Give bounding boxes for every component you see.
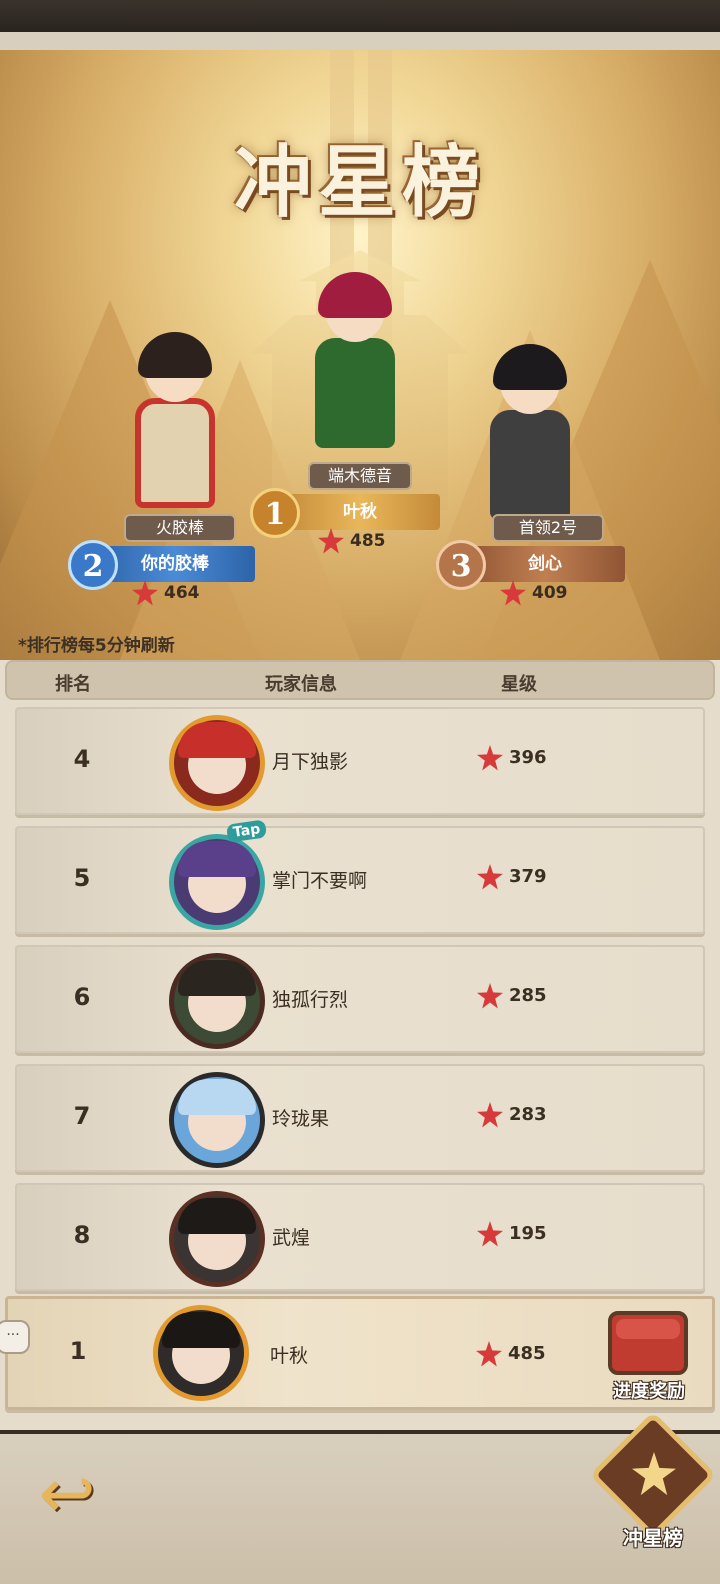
column-stars: 星级 <box>501 674 537 695</box>
column-rank: 排名 <box>55 674 91 695</box>
player-stars: 195 <box>477 1219 547 1249</box>
leaderboard-row[interactable]: 7 玲珑果 283 <box>15 1064 705 1172</box>
star-icon <box>477 864 503 890</box>
rank1-stars: 485 <box>318 526 386 556</box>
player-avatar[interactable] <box>169 1072 265 1168</box>
progress-reward-button[interactable]: 进度奖励 <box>594 1377 704 1403</box>
avatar-hair <box>162 1312 240 1348</box>
rank1-character[interactable] <box>300 272 410 448</box>
player-avatar[interactable] <box>169 834 265 930</box>
refresh-note: *排行榜每5分钟刷新 <box>18 636 175 656</box>
tap-tag: Tap <box>225 819 268 843</box>
back-arrow-icon: ↩ <box>38 1455 96 1534</box>
row-rank: 4 <box>73 745 91 773</box>
star-icon <box>477 1221 503 1247</box>
chat-tab[interactable]: ··· <box>0 1320 30 1354</box>
rank2-stars: 464 <box>132 578 200 608</box>
player-stars: 379 <box>477 862 547 892</box>
leaderboard-row[interactable]: 5 Tap 掌门不要啊 379 <box>15 819 705 934</box>
player-name: 玲珑果 <box>272 1108 330 1130</box>
player-avatar[interactable] <box>169 715 265 811</box>
star-icon <box>318 528 344 554</box>
rank1-badge: 1 <box>250 488 300 538</box>
rank1-name-ribbon: 叶秋 <box>280 494 440 530</box>
player-avatar[interactable] <box>169 1191 265 1287</box>
page-title: 冲星榜 <box>233 137 486 228</box>
avatar-hair <box>178 1079 256 1115</box>
player-stars: 396 <box>477 743 547 773</box>
star-icon <box>477 1102 503 1128</box>
player-name: 武煌 <box>272 1227 311 1249</box>
character-body <box>490 410 570 520</box>
player-stars: 283 <box>477 1100 547 1130</box>
table-header: 排名 玩家信息 星级 <box>5 660 715 700</box>
star-icon <box>132 580 158 606</box>
player-avatar[interactable] <box>153 1305 249 1401</box>
player-name: 掌门不要啊 <box>272 870 368 892</box>
leaderboard-row[interactable]: 4 月下独影 396 <box>15 707 705 815</box>
reward-chest-icon[interactable] <box>608 1311 688 1375</box>
rank2-badge: 2 <box>68 540 118 590</box>
rank2-title-plate: 火胶棒 <box>124 514 236 542</box>
status-bar <box>0 0 720 32</box>
rank3-stars: 409 <box>500 578 568 608</box>
rank3-name-ribbon: 剑心 <box>465 546 625 582</box>
avatar-hair <box>178 960 256 996</box>
rank2-name-ribbon: 你的胶棒 <box>95 546 255 582</box>
rank1-title-plate: 端木德音 <box>308 462 412 490</box>
player-name: 叶秋 <box>270 1345 309 1367</box>
star-icon <box>477 983 503 1009</box>
rank3-title-plate: 首领2号 <box>492 514 604 542</box>
leaderboard-row[interactable]: 6 独孤行烈 285 <box>15 945 705 1053</box>
avatar-hair <box>178 841 256 877</box>
chest-lid <box>616 1319 680 1339</box>
player-name: 月下独影 <box>272 751 349 773</box>
leaderboard-nav-label[interactable]: 冲星榜 <box>603 1522 703 1551</box>
leaderboard-row[interactable]: 8 武煌 195 <box>15 1183 705 1291</box>
row-rank: 1 <box>69 1337 87 1365</box>
star-icon <box>500 580 526 606</box>
avatar-hair <box>178 722 256 758</box>
back-button[interactable]: ↩ <box>22 1455 112 1535</box>
rank3-character[interactable] <box>475 344 585 520</box>
player-stars: 285 <box>477 981 547 1011</box>
star-icon <box>477 745 503 771</box>
rank2-character[interactable] <box>120 332 230 508</box>
player-name: 独孤行烈 <box>272 989 349 1011</box>
player-stars: 485 <box>476 1339 546 1369</box>
player-avatar[interactable] <box>169 953 265 1049</box>
row-rank: 7 <box>73 1102 91 1130</box>
row-rank: 5 <box>73 864 91 892</box>
row-rank: 6 <box>73 983 91 1011</box>
character-body <box>315 338 395 448</box>
column-player-info: 玩家信息 <box>265 674 337 695</box>
row-rank: 8 <box>73 1221 91 1249</box>
my-rank-row[interactable]: 1 叶秋 485 进度奖励 <box>5 1296 715 1410</box>
character-body <box>135 398 215 508</box>
rank3-badge: 3 <box>436 540 486 590</box>
star-icon <box>476 1341 502 1367</box>
avatar-hair <box>178 1198 256 1234</box>
